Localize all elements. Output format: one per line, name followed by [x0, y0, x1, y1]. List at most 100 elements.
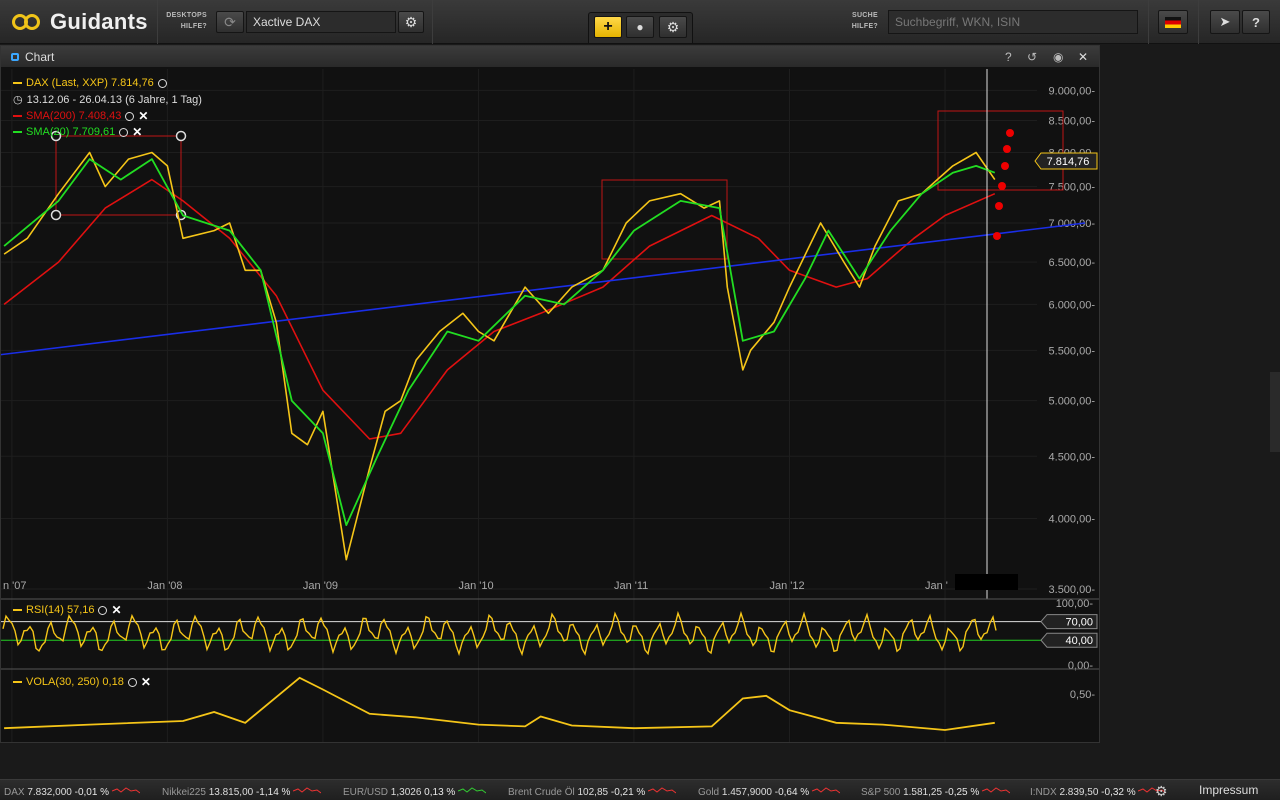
- clock-icon: ◷: [13, 94, 23, 106]
- ticker-value: 7.832,000: [27, 787, 75, 798]
- legend-vola-label: VOLA(30, 250) 0,18: [26, 676, 124, 688]
- language-button[interactable]: [1158, 10, 1188, 34]
- remove-icon[interactable]: ✕: [141, 675, 151, 689]
- legend-sma20[interactable]: SMA(20) 7.709,61 ✕: [13, 125, 142, 139]
- remove-icon[interactable]: ✕: [138, 109, 148, 123]
- y-tick-label: 3.500,00-: [1049, 584, 1096, 596]
- y-tick-label: 7.500,00-: [1049, 182, 1096, 194]
- series-swatch: [13, 131, 22, 133]
- y-tick-label: 5.000,00-: [1049, 396, 1096, 408]
- series-swatch: [13, 681, 22, 683]
- brand-name: Guidants: [50, 9, 148, 34]
- remove-icon[interactable]: ✕: [111, 603, 121, 617]
- last-value-label: 7.814,76: [1047, 156, 1090, 168]
- panel-help-button[interactable]: ?: [1005, 50, 1012, 64]
- ticker-item[interactable]: Nikkei225 13.815,00 -1,14 %: [162, 785, 322, 798]
- settings-icon[interactable]: [127, 677, 137, 687]
- help-button[interactable]: ?: [1242, 10, 1270, 34]
- ticker-change: -0,21 %: [610, 787, 649, 798]
- chart-panel: Chart ? ↺ ◉ ✕ 9.000,00-8.500,00-8.000,00…: [0, 45, 1100, 743]
- x-tick-label: Jan '10: [458, 580, 493, 592]
- question-icon: ?: [1252, 14, 1260, 30]
- top-toolbar: Guidants DESKTOPS HILFE? ⟳ Xactive DAX ⚙ …: [0, 0, 1280, 44]
- ticker-name: Nikkei225: [162, 787, 209, 798]
- legend-sma20-label: SMA(20) 7.709,61: [26, 126, 116, 138]
- ticker-change: -0,64 %: [774, 787, 812, 798]
- series-swatch: [13, 609, 22, 611]
- settings-icon[interactable]: [98, 605, 108, 615]
- user-button[interactable]: ●: [626, 16, 654, 38]
- close-icon[interactable]: ✕: [1078, 50, 1088, 64]
- projection-dot: [998, 182, 1006, 190]
- ticker-change: -0,01 %: [74, 787, 112, 798]
- settings-icon[interactable]: [157, 78, 167, 88]
- ticker-value: 1.581,25: [903, 787, 945, 798]
- add-button[interactable]: +: [594, 16, 622, 38]
- rsi-tick-label: 100,00-: [1056, 598, 1094, 610]
- search-input[interactable]: Suchbegriff, WKN, ISIN: [888, 10, 1138, 34]
- ticker-change: 0,13 %: [424, 787, 459, 798]
- user-icon: ●: [636, 20, 644, 34]
- ticker-item[interactable]: EUR/USD 1,3026 0,13 %: [343, 785, 487, 798]
- y-tick-label: 6.000,00-: [1049, 299, 1096, 311]
- desktop-settings-button[interactable]: ⚙: [398, 11, 424, 33]
- vola-tick-label: 0,50-: [1070, 689, 1095, 701]
- ticker-item[interactable]: Gold 1.457,9000 -0,64 %: [698, 785, 841, 798]
- remove-icon[interactable]: ✕: [132, 125, 142, 139]
- target-icon[interactable]: ◉: [1053, 50, 1063, 64]
- y-tick-label: 8.500,00-: [1049, 115, 1096, 127]
- impressum-link[interactable]: Impressum: [1199, 783, 1258, 797]
- y-tick-label: 4.000,00-: [1049, 513, 1096, 525]
- settings-button[interactable]: ⚙: [659, 16, 687, 38]
- legend-sma200[interactable]: SMA(200) 7.408,43 ✕: [13, 109, 148, 123]
- vola-series-line[interactable]: [4, 676, 995, 731]
- settings-icon[interactable]: [125, 111, 135, 121]
- legend-sma200-label: SMA(200) 7.408,43: [26, 110, 122, 122]
- x-tick-label: Jan '12: [770, 580, 805, 592]
- ticker-item[interactable]: Brent Crude Öl 102,85 -0,21 %: [508, 785, 677, 798]
- ticker-item[interactable]: I:NDX 2.839,50 -0,32 %: [1030, 785, 1167, 798]
- guidants-logo[interactable]: Guidants: [12, 8, 148, 36]
- right-drawer-handle[interactable]: [1270, 372, 1280, 452]
- reset-icon[interactable]: ↺: [1027, 50, 1037, 64]
- x-tick-label: Jan '09: [303, 580, 338, 592]
- x-tick-label: Jan '11: [614, 580, 648, 592]
- last-value-marker: 7.814,76: [1034, 152, 1098, 170]
- series-swatch: [13, 115, 22, 117]
- german-flag-icon: [1165, 16, 1181, 28]
- send-button[interactable]: ➤: [1210, 10, 1240, 34]
- refresh-button[interactable]: ⟳: [216, 11, 244, 33]
- crosshair-date-box: [955, 574, 1018, 590]
- sparkline-icon: [981, 787, 1011, 794]
- ticker-name: Gold: [698, 787, 722, 798]
- ticker-item[interactable]: S&P 500 1.581,25 -0,25 %: [861, 785, 1011, 798]
- logo-icon: [12, 13, 44, 31]
- settings-icon[interactable]: [119, 127, 129, 137]
- x-tick-label: Jan '08: [147, 580, 182, 592]
- sparkline-icon: [293, 787, 322, 794]
- market-ticker: DAX 7.832,000 -0,01 % Nikkei225 13.815,0…: [0, 779, 1280, 800]
- ticker-item[interactable]: DAX 7.832,000 -0,01 %: [4, 785, 141, 798]
- rsi-tick-label: 40,00: [1065, 635, 1093, 647]
- gear-icon[interactable]: ⚙: [1155, 783, 1168, 800]
- ticker-change: -1,14 %: [255, 787, 294, 798]
- desktop-select[interactable]: Xactive DAX: [246, 11, 396, 33]
- legend-price[interactable]: DAX (Last, XXP) 7.814,76: [13, 77, 167, 89]
- ticker-name: I:NDX: [1030, 787, 1060, 798]
- price-pane: 9.000,00-8.500,00-8.000,00-7.500,00-7.00…: [1, 69, 1099, 742]
- sparkline-icon: [647, 787, 677, 794]
- handle-icon[interactable]: [50, 209, 62, 221]
- sparkline-icon: [457, 787, 487, 794]
- handle-icon[interactable]: [175, 130, 187, 142]
- legend-vola[interactable]: VOLA(30, 250) 0,18 ✕: [13, 675, 151, 689]
- desktops-label: DESKTOPS HILFE?: [166, 12, 207, 30]
- x-tick-label: Jan ': [925, 580, 948, 592]
- rsi-series-line[interactable]: [2, 610, 997, 657]
- rsi-tick-label: 70,00: [1065, 617, 1093, 629]
- ticker-change: -0,32 %: [1101, 787, 1139, 798]
- vola-pane: 0,50-: [1, 668, 1099, 731]
- chart-canvas[interactable]: 9.000,00-8.500,00-8.000,00-7.500,00-7.00…: [1, 69, 1099, 742]
- x-tick-label: n '07: [3, 580, 27, 592]
- legend-rsi[interactable]: RSI(14) 57,16 ✕: [13, 603, 122, 617]
- ticker-value: 13.815,00: [208, 787, 256, 798]
